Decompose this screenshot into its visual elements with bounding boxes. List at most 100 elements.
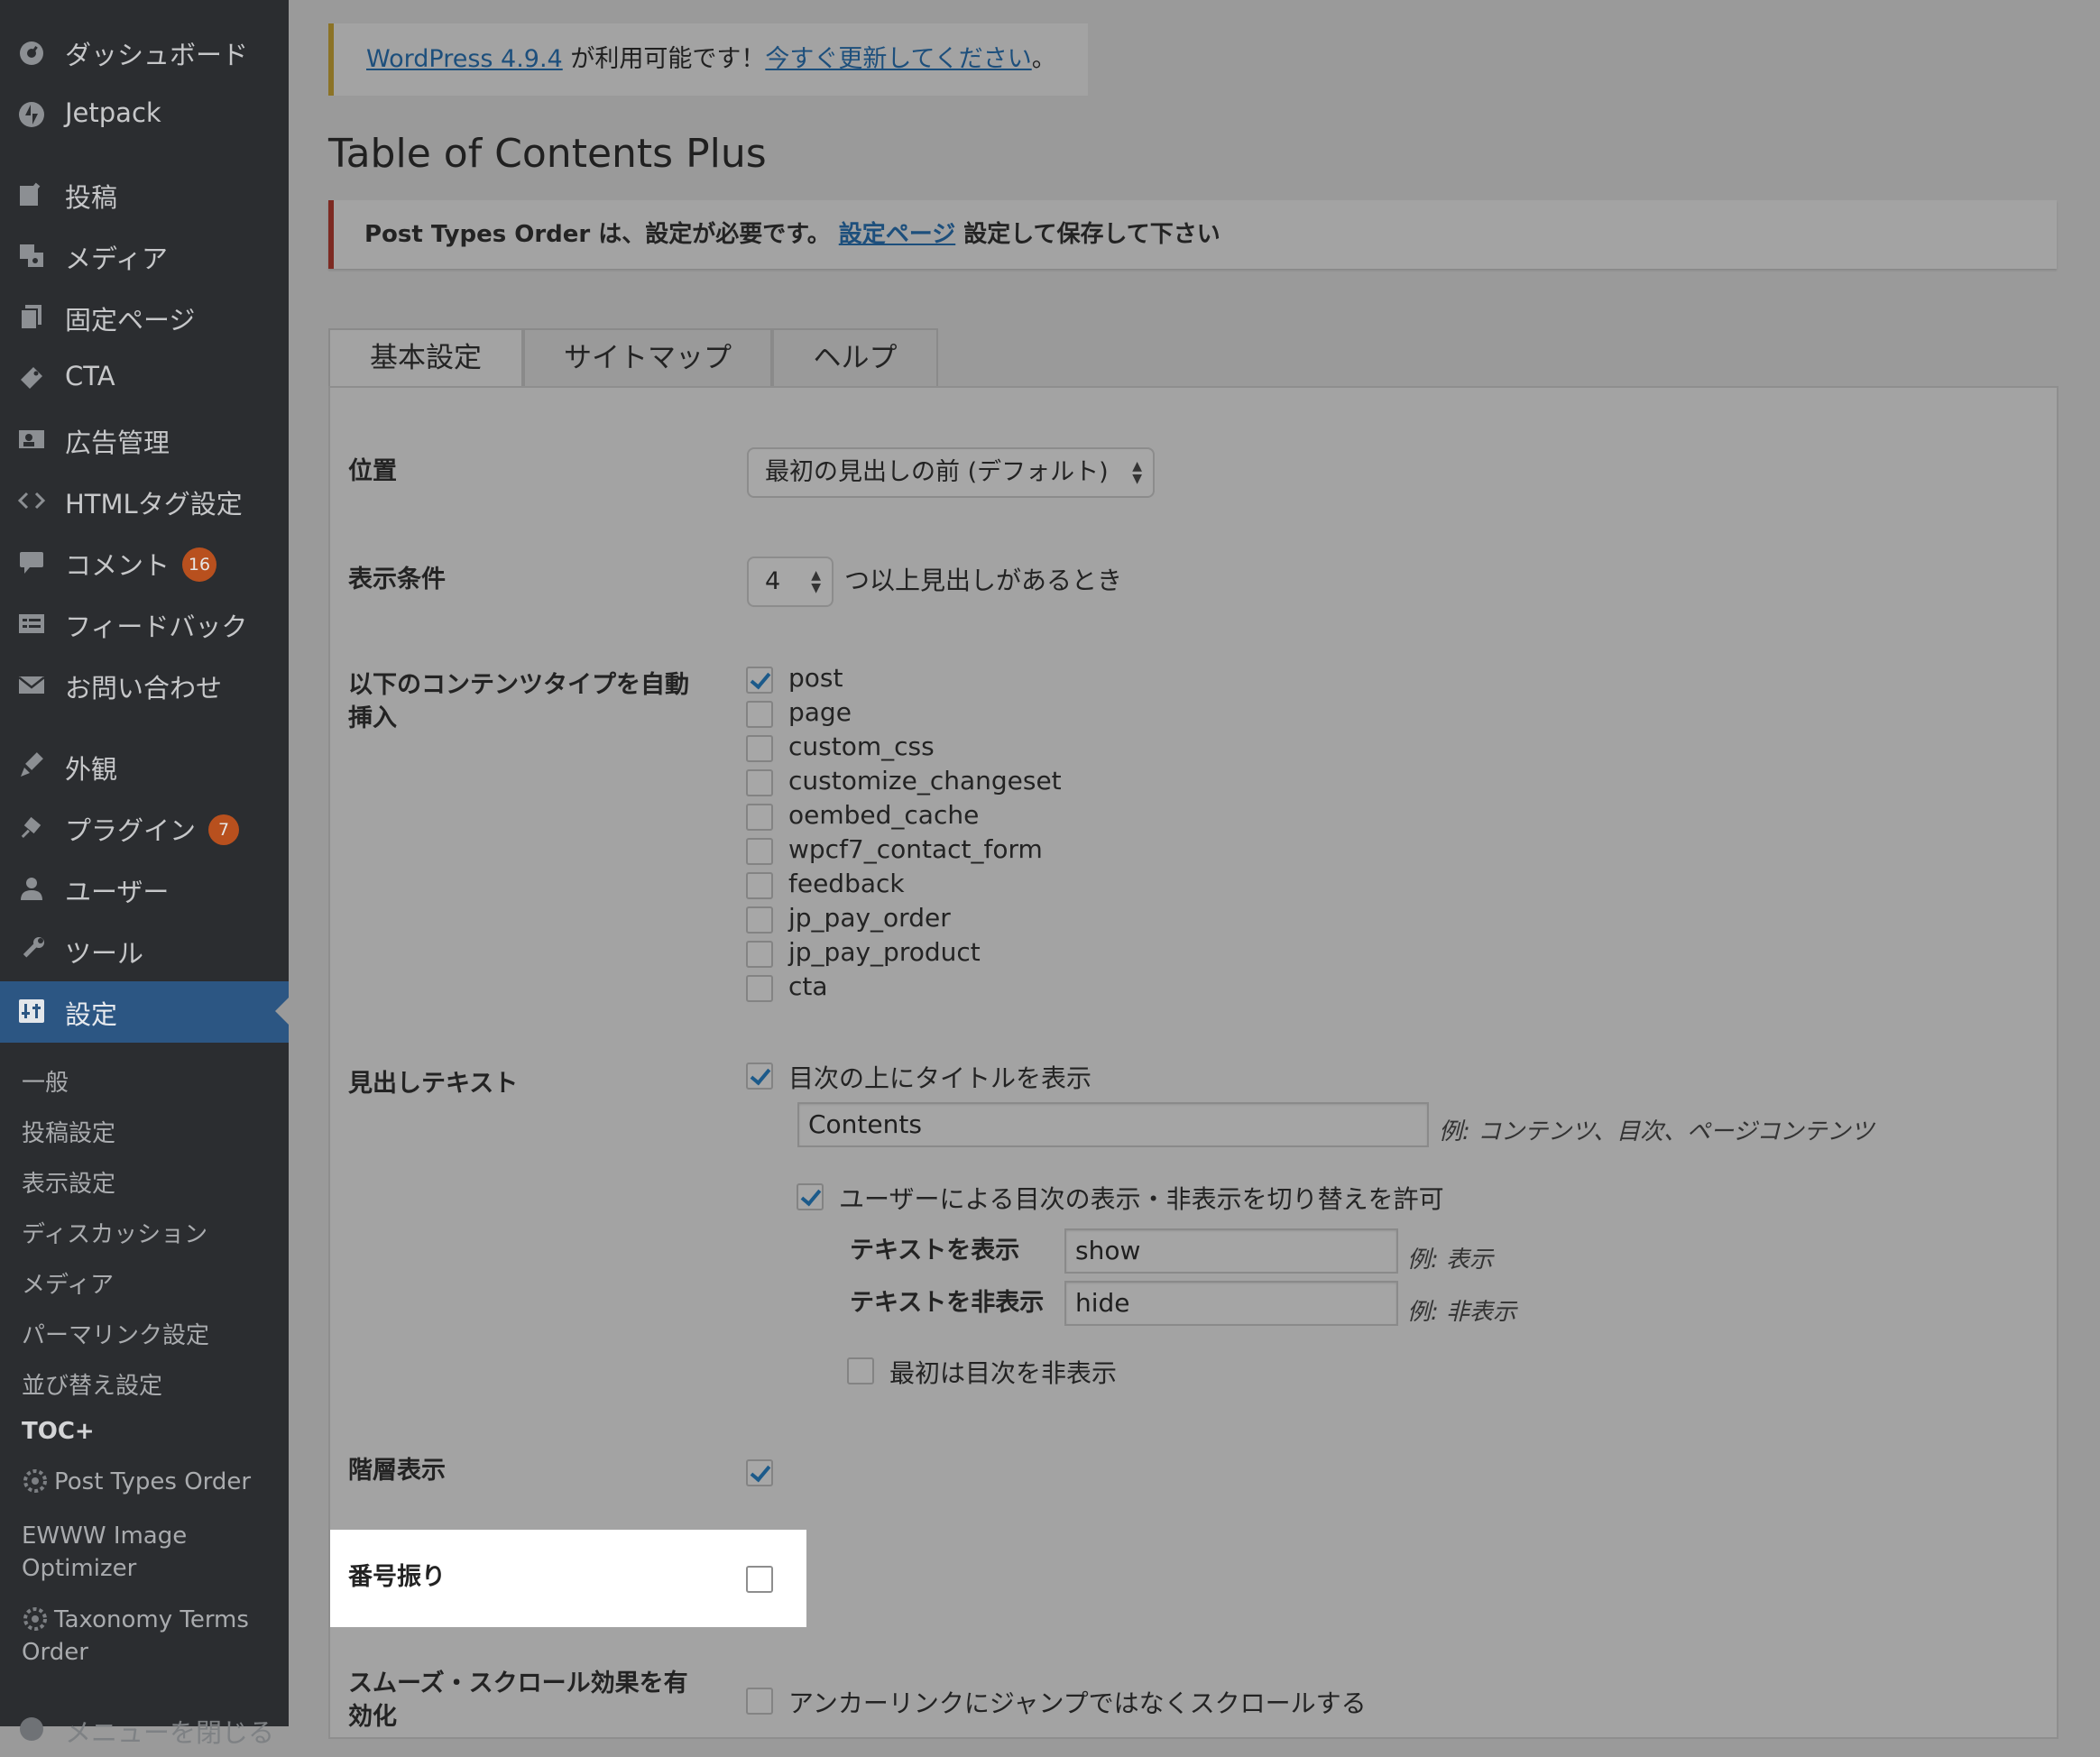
collapse-label: メニューを閉じる (65, 1717, 275, 1748)
submenu-post-types-order[interactable]: Post Types Order (22, 1468, 251, 1496)
pages-icon (16, 301, 47, 332)
sidebar-item-label: HTMLタグ設定 (65, 489, 243, 520)
post-type-checkbox-wpcf7[interactable] (746, 838, 773, 865)
feedback-icon (16, 608, 47, 639)
plugin-update-badge: 7 (208, 814, 240, 845)
sidebar-item-ads[interactable]: 広告管理 (0, 409, 289, 467)
post-type-checkbox-oembed-cache[interactable] (746, 804, 773, 831)
smooth-scroll-label-line2: 効化 (348, 1703, 397, 1731)
comment-count-badge: 16 (182, 547, 217, 582)
gear-icon (23, 1468, 47, 1493)
sidebar-item-cta[interactable]: CTA (0, 348, 289, 406)
sidebar-item-comments[interactable]: コメント 16 (0, 532, 289, 590)
show-title-checkbox[interactable] (746, 1062, 773, 1090)
sidebar-item-users[interactable]: ユーザー (0, 859, 289, 916)
sidebar-item-label: 投稿 (65, 182, 118, 213)
post-type-checkbox-feedback[interactable] (746, 872, 773, 899)
numbering-label: 番号振り (348, 1563, 446, 1591)
submenu-media[interactable]: メディア (22, 1266, 114, 1300)
submenu-discussion[interactable]: ディスカッション (22, 1216, 207, 1249)
sidebar-item-media[interactable]: メディア (0, 225, 289, 283)
wordpress-version-link[interactable]: WordPress 4.9.4 (366, 45, 563, 73)
sidebar-item-label: 固定ページ (65, 305, 196, 336)
post-type-checkbox-custom-css[interactable] (746, 735, 773, 762)
submenu-toc-plus[interactable]: TOC+ (22, 1418, 95, 1445)
ads-icon (16, 424, 47, 455)
sidebar-item-label: 外観 (65, 754, 118, 785)
sidebar-item-plugins[interactable]: プラグイン 7 (0, 797, 289, 855)
submenu-ewww[interactable]: EWWW Image Optimizer (22, 1520, 274, 1585)
sidebar-item-html-tags[interactable]: HTMLタグ設定 (0, 471, 289, 529)
submenu-sort-settings[interactable]: 並び替え設定 (22, 1367, 162, 1401)
error-notice: Post Types Order は、設定が必要です。 設定ページ 設定して保存… (328, 200, 2057, 269)
sidebar-item-pages[interactable]: 固定ページ (0, 287, 289, 345)
toc-title-hint: 例: コンテンツ、目次、ページコンテンツ (1439, 1118, 1874, 1145)
sidebar-item-appearance[interactable]: 外観 (0, 736, 289, 794)
tab-help[interactable]: ヘルプ (772, 328, 938, 386)
post-type-checkbox-page[interactable] (746, 701, 773, 728)
numbering-checkbox[interactable] (746, 1566, 773, 1593)
post-type-checkbox-jp-pay-order[interactable] (746, 906, 773, 934)
heading-count-stepper[interactable]: 4 ▲ ▼ (747, 557, 834, 607)
sidebar-item-dashboard[interactable]: ダッシュボード (0, 22, 289, 79)
post-type-checkbox-post[interactable] (746, 667, 773, 694)
post-type-label: page (788, 697, 852, 727)
smooth-scroll-label-line1: スムーズ・スクロール効果を有 (348, 1670, 688, 1697)
submenu-general[interactable]: 一般 (22, 1064, 69, 1098)
tab-sitemap[interactable]: サイトマップ (523, 328, 772, 386)
error-notice-suffix: 設定して保存して下さい (955, 221, 1220, 248)
update-notice-end: 。 (1031, 45, 1056, 73)
update-now-link[interactable]: 今すぐ更新してください (765, 45, 1031, 73)
post-type-label: jp_pay_product (788, 937, 981, 967)
settings-page-link[interactable]: 設定ページ (839, 221, 955, 248)
users-icon (16, 873, 47, 904)
media-icon (16, 240, 47, 271)
posts-icon (16, 179, 47, 209)
sidebar-item-jetpack[interactable]: Jetpack (0, 85, 289, 143)
submenu-taxonomy-terms-order[interactable]: Taxonomy Terms Order (22, 1604, 274, 1669)
allow-toggle-checkbox[interactable] (797, 1183, 824, 1210)
toc-title-input[interactable]: Contents (797, 1102, 1429, 1147)
submenu-label: Post Types Order (54, 1468, 252, 1495)
sidebar-item-label: 広告管理 (65, 428, 170, 458)
post-type-label: custom_css (788, 731, 935, 761)
submenu-reading[interactable]: 表示設定 (22, 1165, 115, 1199)
submenu-permalinks[interactable]: パーマリンク設定 (22, 1317, 209, 1350)
position-select-value: 最初の見出しの前 (デフォルト) (765, 458, 1109, 486)
post-type-label: wpcf7_contact_form (788, 834, 1043, 864)
sidebar-item-label: コメント (65, 550, 170, 581)
position-select[interactable]: 最初の見出しの前 (デフォルト) ▲ ▼ (747, 447, 1155, 498)
hierarchy-label: 階層表示 (348, 1457, 446, 1485)
sidebar-item-settings[interactable]: 設定 (0, 981, 289, 1043)
hide-text-input[interactable]: hide (1064, 1281, 1398, 1326)
sidebar-item-label: フィードバック (65, 612, 248, 642)
autoinsert-label-line2: 挿入 (348, 704, 397, 732)
tools-icon (16, 934, 47, 965)
post-type-checkbox-cta[interactable] (746, 975, 773, 1002)
post-type-label: customize_changeset (788, 766, 1062, 796)
collapse-menu-button[interactable]: メニューを閉じる (0, 1699, 289, 1757)
sidebar-item-label: CTA (65, 361, 115, 391)
hierarchy-checkbox[interactable] (746, 1459, 773, 1486)
hide-initially-checkbox[interactable] (847, 1357, 874, 1384)
post-type-checkbox-customize-changeset[interactable] (746, 769, 773, 796)
position-label: 位置 (348, 457, 397, 485)
sidebar-item-posts[interactable]: 投稿 (0, 164, 289, 222)
post-type-label: oembed_cache (788, 800, 980, 830)
post-type-checkbox-jp-pay-product[interactable] (746, 941, 773, 968)
show-text-input[interactable]: show (1064, 1228, 1398, 1274)
heading-text-label: 見出しテキスト (348, 1070, 519, 1098)
sidebar-item-tools[interactable]: ツール (0, 920, 289, 978)
stepper-arrows-icon: ▲ ▼ (811, 568, 821, 595)
sidebar-item-label: メディア (65, 244, 168, 274)
submenu-writing[interactable]: 投稿設定 (22, 1115, 115, 1148)
sidebar-item-contact[interactable]: お問い合わせ (0, 655, 289, 713)
sidebar-item-label: お問い合わせ (65, 673, 223, 704)
sidebar-item-feedback[interactable]: フィードバック (0, 593, 289, 651)
active-indicator (275, 998, 289, 1025)
tab-basic-settings[interactable]: 基本設定 (328, 328, 523, 388)
show-text-label: テキストを表示 (850, 1237, 1020, 1265)
autoinsert-label-line1: 以下のコンテンツタイプを自動 (348, 671, 689, 699)
smooth-scroll-checkbox[interactable] (746, 1688, 773, 1715)
show-title-label: 目次の上にタイトルを表示 (788, 1063, 1092, 1093)
